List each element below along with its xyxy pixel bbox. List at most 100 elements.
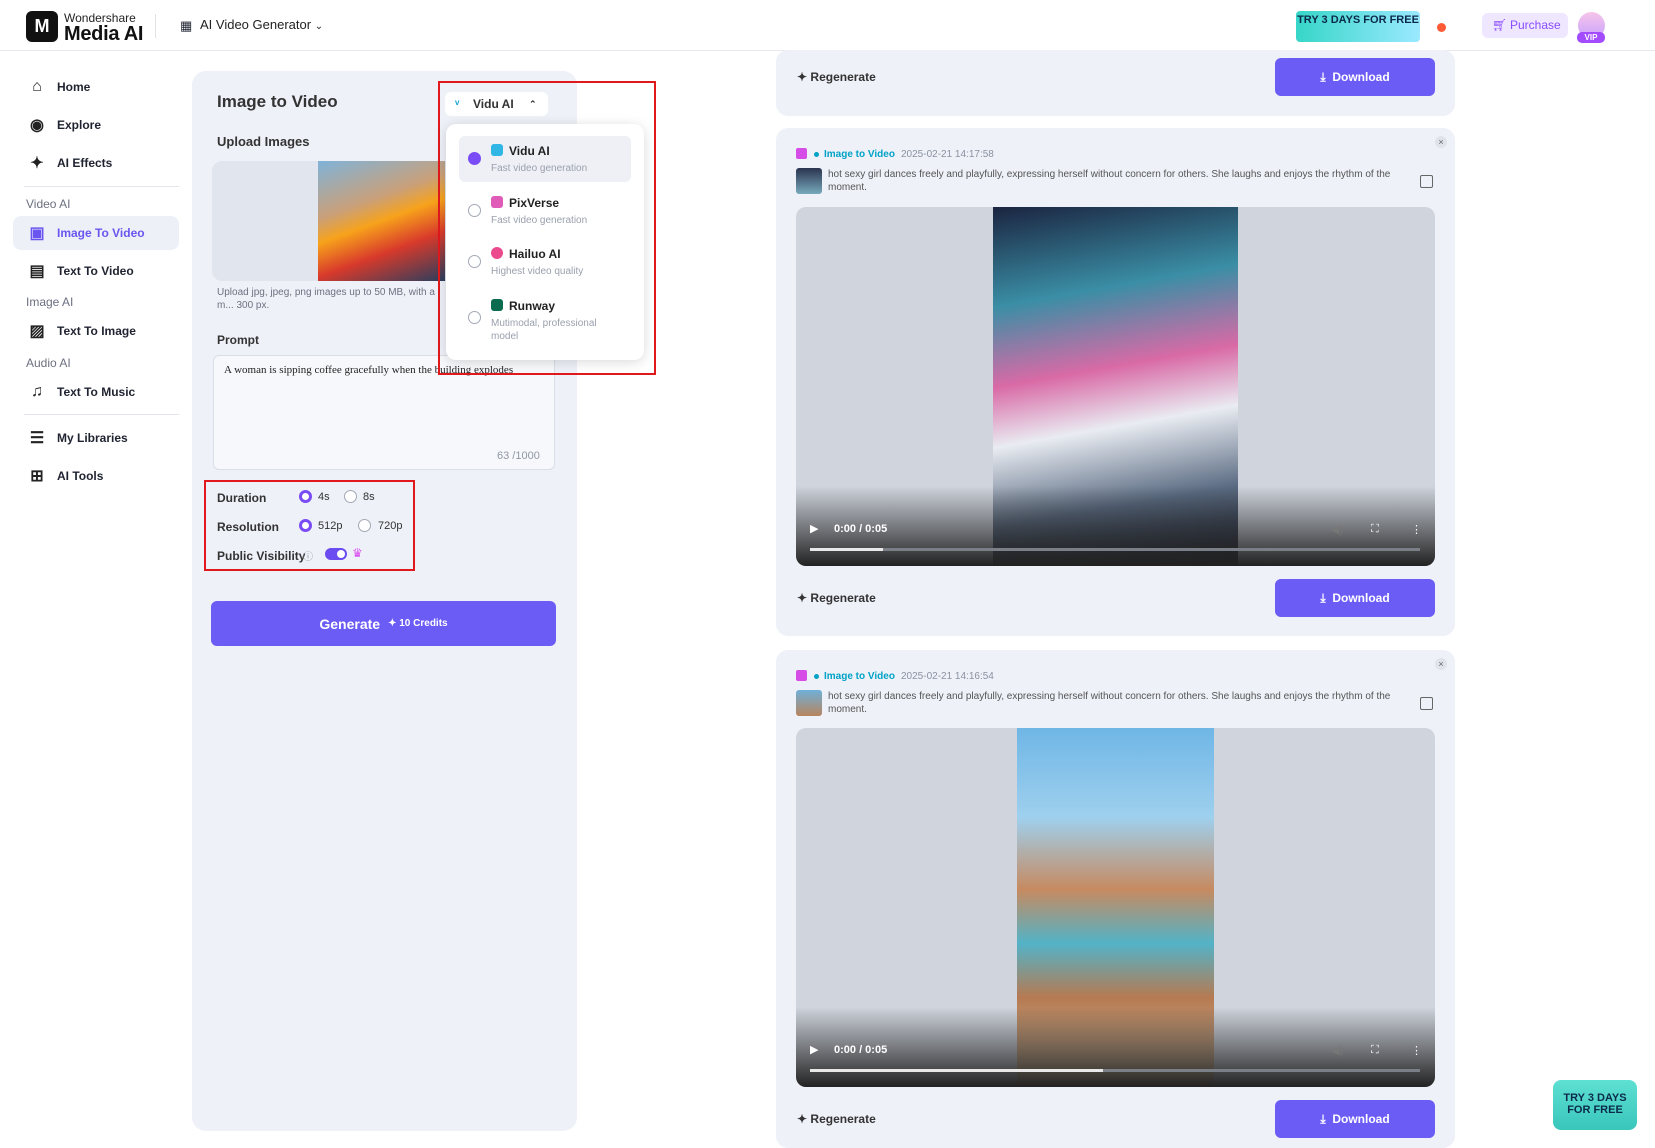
vip-badge: VIP <box>1577 32 1605 43</box>
model-option-hailuo[interactable]: Hailuo AI Highest video quality <box>459 239 631 285</box>
sidebar-item-ai-effects[interactable]: ✦ AI Effects <box>24 146 174 180</box>
cart-icon: 🛒︎ <box>1492 18 1508 32</box>
sparkle-icon: ✦ <box>797 1112 808 1126</box>
help-icon[interactable]: ⓘ <box>303 548 313 563</box>
result-prompt: hot sexy girl dances freely and playfull… <box>828 169 1391 193</box>
play-icon[interactable]: ▶ <box>810 522 818 535</box>
purchase-button[interactable]: 🛒︎ Purchase <box>1482 13 1568 38</box>
status-dot <box>814 152 819 157</box>
section-video-ai: Video AI <box>26 197 71 211</box>
resolution-512p-label: 512p <box>318 520 343 532</box>
sidebar-label: Text To Image <box>57 324 136 338</box>
model-name: Hailuo AI <box>509 247 561 261</box>
regenerate-button[interactable]: ✦ Regenerate <box>797 1112 876 1126</box>
resolution-label: Resolution <box>217 520 279 534</box>
regenerate-button[interactable]: ✦ Regenerate <box>797 591 876 605</box>
regenerate-button[interactable]: ✦ Regenerate <box>797 70 876 84</box>
sidebar-item-ai-tools[interactable]: ⊞ AI Tools <box>24 459 174 493</box>
model-option-pixverse[interactable]: PixVerse Fast video generation <box>459 188 631 234</box>
source-thumbnail[interactable] <box>796 690 822 716</box>
try-free-banner[interactable]: TRY 3 DAYS FOR FREE <box>1296 11 1420 42</box>
purchase-label: Purchase <box>1510 18 1561 32</box>
video-progress[interactable] <box>810 1069 1420 1072</box>
model-radio <box>468 204 481 217</box>
volume-icon[interactable]: ◀) <box>1331 523 1343 536</box>
duration-4s-radio[interactable] <box>299 490 312 503</box>
close-icon[interactable]: × <box>1435 136 1447 148</box>
sidebar-item-my-libraries[interactable]: ☰ My Libraries <box>24 421 174 455</box>
download-icon: ⤓ <box>1320 590 1333 605</box>
resolution-512p-radio[interactable] <box>299 519 312 532</box>
model-desc: Highest video quality <box>491 266 584 277</box>
divider <box>24 186 179 187</box>
credits-badge: ✦ 10 Credits <box>388 618 448 629</box>
model-option-vidu[interactable]: Vidu AI Fast video generation <box>459 136 631 182</box>
download-label: Download <box>1332 591 1390 605</box>
sidebar-item-image-to-video[interactable]: ▣ Image To Video <box>13 216 179 250</box>
model-radio <box>468 311 481 324</box>
public-visibility-toggle[interactable] <box>325 548 347 560</box>
model-desc: Fast video generation <box>491 163 588 174</box>
volume-icon[interactable]: ◀) <box>1331 1044 1343 1057</box>
status-dot <box>814 674 819 679</box>
product-switcher[interactable]: AI Video Generator ⌄ <box>200 17 323 32</box>
result-date: 2025-02-21 14:16:54 <box>901 671 994 682</box>
try-free-floating-badge[interactable]: TRY 3 DAYS FOR FREE <box>1553 1080 1637 1130</box>
top-header: M Wondershare Media AI ▦ AI Video Genera… <box>0 0 1655 51</box>
visibility-label: Public Visibility <box>217 549 306 563</box>
section-image-ai: Image AI <box>26 295 74 309</box>
result-tag[interactable]: Image to Video <box>824 671 895 682</box>
sparkle-icon: ✦ <box>797 70 808 84</box>
source-thumbnail[interactable] <box>796 168 822 194</box>
download-button[interactable]: ⤓ Download <box>1275 58 1435 96</box>
runway-icon <box>491 299 503 311</box>
video-progress[interactable] <box>810 548 1420 551</box>
crown-icon: ♛ <box>352 546 363 560</box>
music-note-icon: ♫ <box>31 383 43 400</box>
video-type-icon <box>796 670 807 681</box>
compass-icon: ◉ <box>30 117 44 134</box>
play-icon[interactable]: ▶ <box>810 1043 818 1056</box>
copy-icon[interactable] <box>1420 697 1433 710</box>
brand-name: Media AI <box>64 23 144 45</box>
download-icon: ⤓ <box>1320 69 1333 84</box>
sidebar-item-text-to-video[interactable]: ▤ Text To Video <box>24 254 174 288</box>
duration-8s-radio[interactable] <box>344 490 357 503</box>
model-desc: Fast video generation <box>491 215 588 226</box>
copy-icon[interactable] <box>1420 175 1433 188</box>
download-button[interactable]: ⤓ Download <box>1275 579 1435 617</box>
fullscreen-icon[interactable]: ⛶ <box>1371 1044 1379 1057</box>
sparkle-icon: ✦ <box>30 155 44 172</box>
more-icon[interactable]: ⋮ <box>1411 523 1422 536</box>
result-tag[interactable]: Image to Video <box>824 149 895 160</box>
sidebar-item-home[interactable]: ⌂ Home <box>24 70 174 104</box>
sidebar-label: AI Tools <box>57 469 104 483</box>
resolution-720p-label: 720p <box>378 520 403 532</box>
tools-grid-icon: ⊞ <box>30 468 44 485</box>
model-name: PixVerse <box>509 196 560 210</box>
video-player[interactable]: ▶ 0:00 / 0:05 ◀) ⛶ ⋮ <box>796 728 1435 1087</box>
product-label: AI Video Generator <box>200 17 312 32</box>
uploaded-image-thumbnail[interactable] <box>318 161 445 281</box>
notification-dot <box>1437 23 1446 32</box>
chevron-down-icon: ⌄ <box>314 21 324 32</box>
prompt-counter: 63 /1000 <box>497 450 540 462</box>
sidebar-item-explore[interactable]: ◉ Explore <box>24 108 174 142</box>
download-label: Download <box>1332 1112 1390 1126</box>
download-button[interactable]: ⤓ Download <box>1275 1100 1435 1138</box>
sidebar-item-text-to-music[interactable]: ♫ Text To Music <box>24 375 174 409</box>
model-name: Vidu AI <box>509 144 550 158</box>
generate-button[interactable]: Generate ✦ 10 Credits <box>211 601 556 646</box>
sidebar-item-text-to-image[interactable]: ▨ Text To Image <box>24 314 174 348</box>
resolution-720p-radio[interactable] <box>358 519 371 532</box>
image-icon: ▨ <box>29 323 45 340</box>
sidebar-label: Image To Video <box>57 226 145 240</box>
video-player[interactable]: ▶ 0:00 / 0:05 ◀) ⛶ ⋮ <box>796 207 1435 566</box>
media-ai-logo[interactable]: M <box>26 11 58 42</box>
close-icon[interactable]: × <box>1435 658 1447 670</box>
fullscreen-icon[interactable]: ⛶ <box>1371 523 1379 536</box>
model-option-runway[interactable]: Runway Mutimodal, professional model <box>459 291 631 347</box>
more-icon[interactable]: ⋮ <box>1411 1044 1422 1057</box>
video-text-icon: ▤ <box>29 263 45 280</box>
duration-8s-label: 8s <box>363 491 375 503</box>
